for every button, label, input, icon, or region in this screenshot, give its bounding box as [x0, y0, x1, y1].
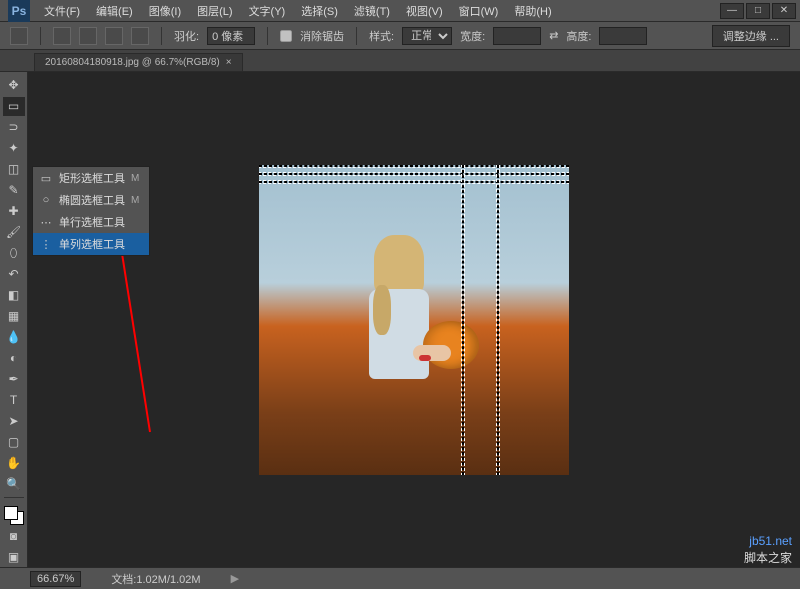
marquee-tool-flyout: ▭ 矩形选框工具 M ○ 椭圆选框工具 M ⋯ 单行选框工具 ⋮ 单列选框工具	[32, 166, 150, 256]
document-tab-title: 20160804180918.jpg @ 66.7%(RGB/8)	[45, 57, 220, 68]
menu-help[interactable]: 帮助(H)	[506, 3, 559, 19]
history-brush-tool[interactable]: ↶	[3, 265, 25, 284]
height-label: 高度:	[566, 28, 591, 44]
width-input	[493, 27, 541, 45]
hand-tool[interactable]: ✋	[3, 453, 25, 472]
document-info: 文档:1.02M/1.02M	[111, 571, 200, 587]
canvas-area[interactable]	[28, 72, 800, 567]
flyout-shortcut: M	[131, 195, 139, 206]
menu-filter[interactable]: 滤镜(T)	[346, 3, 398, 19]
flyout-label: 矩形选框工具	[59, 170, 125, 186]
foreground-color[interactable]	[4, 506, 18, 520]
marquee-selection	[497, 165, 499, 475]
flyout-label: 单列选框工具	[59, 236, 125, 252]
document-tab[interactable]: 20160804180918.jpg @ 66.7%(RGB/8) ×	[34, 53, 243, 71]
watermark-text: 脚本之家	[744, 550, 792, 567]
gradient-tool[interactable]: ▦	[3, 306, 25, 325]
marquee-tool[interactable]: ▭	[3, 97, 25, 116]
single-column-marquee-icon: ⋮	[39, 237, 53, 251]
pen-tool[interactable]: ✒	[3, 369, 25, 388]
rectangle-tool[interactable]: ▢	[3, 432, 25, 451]
separator	[40, 27, 41, 45]
height-input	[599, 27, 647, 45]
antialias-label: 消除锯齿	[300, 28, 344, 44]
maximize-button[interactable]: □	[746, 3, 770, 19]
flyout-label: 单行选框工具	[59, 214, 125, 230]
minimize-button[interactable]: —	[720, 3, 744, 19]
close-button[interactable]: ✕	[772, 3, 796, 19]
blur-tool[interactable]: 💧	[3, 327, 25, 346]
width-label: 宽度:	[460, 28, 485, 44]
separator	[161, 27, 162, 45]
style-label: 样式:	[369, 28, 394, 44]
dodge-tool[interactable]: ◐	[3, 348, 25, 367]
feather-label: 羽化:	[174, 28, 199, 44]
marquee-selection	[462, 165, 464, 475]
eyedropper-tool[interactable]: ✎	[3, 181, 25, 200]
quick-mask-tool[interactable]: ◙	[3, 527, 25, 546]
healing-brush-tool[interactable]: ✚	[3, 202, 25, 221]
clone-stamp-tool[interactable]: ⬯	[3, 244, 25, 263]
menu-layer[interactable]: 图层(L)	[189, 3, 240, 19]
type-tool[interactable]: T	[3, 390, 25, 409]
style-select[interactable]: 正常	[402, 27, 452, 45]
brush-tool[interactable]: 🖌	[3, 223, 25, 242]
menu-view[interactable]: 视图(V)	[398, 3, 451, 19]
flyout-single-row-marquee[interactable]: ⋯ 单行选框工具	[33, 211, 149, 233]
workspace: ✥ ▭ ⊃ ✦ ◫ ✎ ✚ 🖌 ⬯ ↶ ◧ ▦ 💧 ◐ ✒ T ➤ ▢ ✋ 🔍 …	[0, 72, 800, 567]
app-logo-icon: Ps	[8, 0, 30, 22]
selection-add-icon[interactable]	[79, 27, 97, 45]
flyout-single-column-marquee[interactable]: ⋮ 单列选框工具	[33, 233, 149, 255]
marquee-selection	[259, 181, 569, 183]
menu-select[interactable]: 选择(S)	[293, 3, 346, 19]
zoom-tool[interactable]: 🔍	[3, 474, 25, 493]
zoom-level-field[interactable]: 66.67%	[30, 571, 81, 587]
current-tool-icon[interactable]	[10, 27, 28, 45]
document-tabs: 20160804180918.jpg @ 66.7%(RGB/8) ×	[0, 50, 800, 72]
flyout-rectangular-marquee[interactable]: ▭ 矩形选框工具 M	[33, 167, 149, 189]
watermark: jb51.net 脚本之家	[744, 533, 792, 567]
selection-intersect-icon[interactable]	[131, 27, 149, 45]
antialias-checkbox[interactable]	[280, 30, 292, 42]
separator	[356, 27, 357, 45]
status-bar: 66.67% 文档:1.02M/1.02M ▶	[0, 567, 800, 589]
single-row-marquee-icon: ⋯	[39, 215, 53, 229]
watermark-url: jb51.net	[744, 533, 792, 550]
menu-type[interactable]: 文字(Y)	[241, 3, 294, 19]
lasso-tool[interactable]: ⊃	[3, 118, 25, 137]
rectangular-marquee-icon: ▭	[39, 171, 53, 185]
menu-image[interactable]: 图像(I)	[141, 3, 189, 19]
selection-new-icon[interactable]	[53, 27, 71, 45]
flyout-label: 椭圆选框工具	[59, 192, 125, 208]
crop-tool[interactable]: ◫	[3, 160, 25, 179]
refine-edge-button[interactable]: 调整边缘 ...	[712, 25, 790, 47]
status-flyout-icon[interactable]: ▶	[231, 572, 239, 585]
elliptical-marquee-icon: ○	[39, 193, 53, 207]
tab-close-icon[interactable]: ×	[226, 57, 232, 68]
options-bar: 羽化: 消除锯齿 样式: 正常 宽度: ⇄ 高度: 调整边缘 ...	[0, 22, 800, 50]
separator	[267, 27, 268, 45]
window-controls: — □ ✕	[720, 3, 800, 19]
eraser-tool[interactable]: ◧	[3, 286, 25, 305]
screen-mode-tool[interactable]: ▣	[3, 548, 25, 567]
document-canvas[interactable]	[259, 165, 569, 475]
flyout-elliptical-marquee[interactable]: ○ 椭圆选框工具 M	[33, 189, 149, 211]
path-selection-tool[interactable]: ➤	[3, 411, 25, 430]
menu-bar: Ps 文件(F) 编辑(E) 图像(I) 图层(L) 文字(Y) 选择(S) 滤…	[0, 0, 800, 22]
swap-icon: ⇄	[549, 29, 558, 42]
menu-file[interactable]: 文件(F)	[36, 3, 88, 19]
marquee-selection	[259, 173, 569, 175]
menu-window[interactable]: 窗口(W)	[451, 3, 507, 19]
marquee-selection	[259, 165, 569, 167]
menu-edit[interactable]: 编辑(E)	[88, 3, 141, 19]
color-swatch[interactable]	[4, 506, 24, 525]
move-tool[interactable]: ✥	[3, 76, 25, 95]
tools-panel: ✥ ▭ ⊃ ✦ ◫ ✎ ✚ 🖌 ⬯ ↶ ◧ ▦ 💧 ◐ ✒ T ➤ ▢ ✋ 🔍 …	[0, 72, 28, 567]
magic-wand-tool[interactable]: ✦	[3, 139, 25, 158]
tool-divider	[4, 497, 24, 498]
selection-subtract-icon[interactable]	[105, 27, 123, 45]
image-subject	[339, 235, 459, 465]
flyout-shortcut: M	[131, 173, 139, 184]
feather-input[interactable]	[207, 27, 255, 45]
